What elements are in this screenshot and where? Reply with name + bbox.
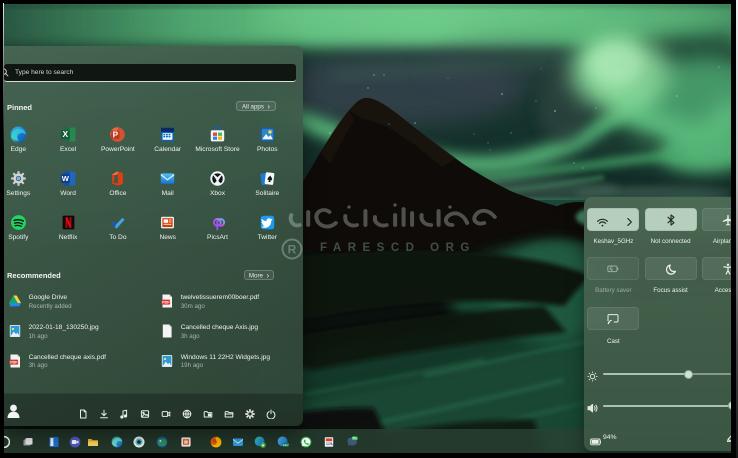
svg-text:PDF: PDF (10, 360, 18, 364)
svg-text:X: X (62, 129, 68, 139)
svg-text:DEV: DEV (283, 443, 289, 447)
svg-text:W: W (61, 174, 69, 183)
svg-text:PDF: PDF (162, 300, 170, 304)
svg-text:R: R (288, 243, 297, 257)
svg-text:P: P (113, 131, 119, 140)
svg-text:55+: 55+ (352, 436, 357, 440)
